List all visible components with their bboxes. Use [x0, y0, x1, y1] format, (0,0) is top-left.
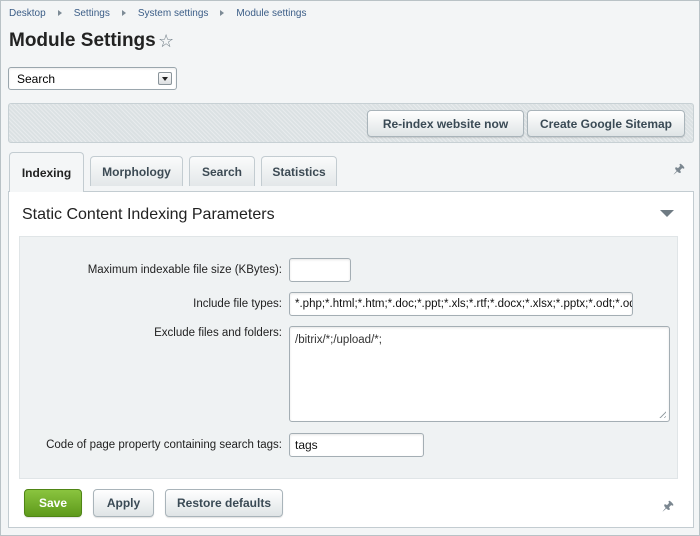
breadcrumb-settings[interactable]: Settings: [74, 8, 110, 19]
breadcrumb: Desktop Settings System settings Module …: [9, 6, 306, 20]
chevron-down-icon[interactable]: [158, 72, 172, 85]
restore-defaults-button[interactable]: Restore defaults: [165, 489, 283, 517]
exclude-files-textarea[interactable]: /bitrix/*;/upload/*;: [289, 326, 670, 422]
max-file-size-label: Maximum indexable file size (KBytes):: [87, 264, 282, 276]
exclude-files-label: Exclude files and folders:: [154, 327, 282, 339]
toolbar: Re-index website now Create Google Sitem…: [8, 103, 694, 143]
save-button[interactable]: Save: [24, 489, 82, 517]
include-file-types-label: Include file types:: [193, 298, 282, 310]
module-select[interactable]: Search: [8, 67, 177, 90]
include-file-types-input[interactable]: *.php;*.html;*.htm;*.doc;*.ppt;*.xls;*.r…: [289, 292, 633, 316]
pin-icon[interactable]: 🖈: [662, 497, 674, 519]
exclude-files-value: /bitrix/*;/upload/*;: [295, 334, 382, 346]
tab-search[interactable]: Search: [189, 156, 255, 186]
breadcrumb-desktop[interactable]: Desktop: [9, 8, 46, 19]
search-tags-input[interactable]: tags: [289, 433, 424, 457]
module-select-value: Search: [17, 72, 56, 86]
collapse-arrow-icon[interactable]: [660, 210, 674, 217]
search-tags-label: Code of page property containing search …: [46, 439, 282, 451]
reindex-button[interactable]: Re-index website now: [367, 110, 524, 137]
breadcrumb-separator-icon: [121, 10, 126, 16]
create-sitemap-button[interactable]: Create Google Sitemap: [527, 110, 685, 137]
max-file-size-input[interactable]: [289, 258, 351, 282]
breadcrumb-module-settings[interactable]: Module settings: [236, 8, 306, 19]
apply-button[interactable]: Apply: [93, 489, 154, 517]
pin-icon[interactable]: 🖈: [673, 160, 685, 182]
resize-grip-icon[interactable]: [657, 409, 666, 418]
breadcrumb-system-settings[interactable]: System settings: [138, 8, 209, 19]
tab-indexing[interactable]: Indexing: [9, 152, 84, 192]
star-icon[interactable]: ☆: [158, 30, 174, 52]
tab-statistics[interactable]: Statistics: [261, 156, 337, 186]
breadcrumb-separator-icon: [220, 10, 225, 16]
breadcrumb-separator-icon: [57, 10, 62, 16]
tab-morphology[interactable]: Morphology: [90, 156, 183, 186]
section-title: Static Content Indexing Parameters: [22, 206, 275, 223]
page-title: Module Settings: [9, 30, 156, 51]
